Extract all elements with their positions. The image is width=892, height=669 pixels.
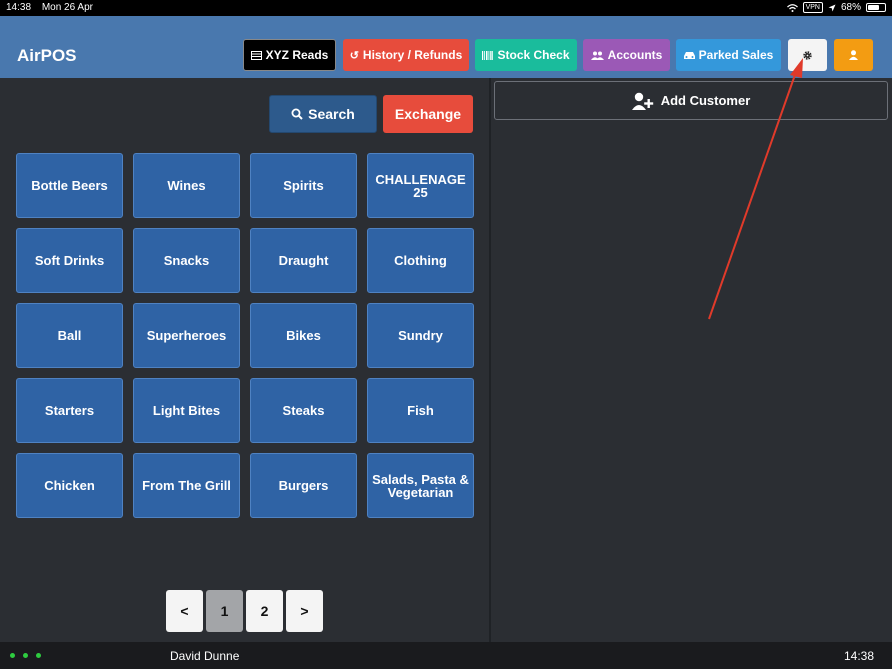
search-button[interactable]: Search — [269, 95, 377, 133]
parked-sales-label: Parked Sales — [698, 48, 774, 62]
category-bikes[interactable]: Bikes — [250, 303, 357, 368]
status-bar: 14:38 Mon 26 Apr VPN 68% — [0, 0, 892, 16]
page-1-button[interactable]: 1 — [206, 590, 243, 632]
location-icon — [828, 4, 836, 11]
category-soft-drinks[interactable]: Soft Drinks — [16, 228, 123, 293]
category-wines[interactable]: Wines — [133, 153, 240, 218]
category-draught[interactable]: Draught — [250, 228, 357, 293]
footer-time: 14:38 — [843, 649, 874, 663]
add-user-icon — [631, 92, 653, 110]
user-icon — [849, 50, 858, 60]
category-salads-pasta-vegetarian[interactable]: Salads, Pasta & Vegetarian — [367, 453, 474, 518]
battery-percent: 68% — [840, 2, 861, 13]
barcode-icon — [482, 50, 494, 60]
users-icon — [590, 51, 604, 60]
add-customer-button[interactable]: Add Customer — [494, 81, 888, 120]
add-customer-label: Add Customer — [660, 93, 751, 108]
category-burgers[interactable]: Burgers — [250, 453, 357, 518]
search-icon — [291, 108, 303, 120]
header-bar: AirPOS XYZ Reads ↺ History / Refunds Sto… — [0, 16, 892, 78]
category-challenage-25[interactable]: CHALLENAGE 25 — [367, 153, 474, 218]
accounts-label: Accounts — [607, 48, 663, 62]
category-fish[interactable]: Fish — [367, 378, 474, 443]
category-sundry[interactable]: Sundry — [367, 303, 474, 368]
page-2-button[interactable]: 2 — [246, 590, 283, 632]
car-icon — [683, 51, 695, 59]
category-grid: Bottle Beers Wines Spirits CHALLENAGE 25… — [16, 153, 474, 518]
category-clothing[interactable]: Clothing — [367, 228, 474, 293]
category-ball[interactable]: Ball — [16, 303, 123, 368]
prev-page-button[interactable]: < — [166, 590, 203, 632]
category-chicken[interactable]: Chicken — [16, 453, 123, 518]
search-label: Search — [308, 106, 355, 122]
report-icon — [250, 50, 262, 60]
gear-icon — [803, 50, 812, 60]
category-steaks[interactable]: Steaks — [250, 378, 357, 443]
footer-bar: David Dunne 14:38 — [0, 642, 892, 669]
category-spirits[interactable]: Spirits — [250, 153, 357, 218]
category-starters[interactable]: Starters — [16, 378, 123, 443]
status-dot — [10, 653, 15, 658]
status-time: 14:38 — [6, 2, 32, 13]
xyz-reads-label: XYZ Reads — [265, 48, 329, 62]
logged-in-user: David Dunne — [170, 649, 240, 663]
xyz-reads-button[interactable]: XYZ Reads — [243, 39, 336, 71]
history-icon: ↺ — [349, 49, 359, 62]
exchange-button[interactable]: Exchange — [383, 95, 473, 133]
user-button[interactable] — [834, 39, 873, 71]
stock-check-label: Stock Check — [497, 48, 570, 62]
category-from-the-grill[interactable]: From The Grill — [133, 453, 240, 518]
history-refunds-label: History / Refunds — [362, 48, 463, 62]
status-date: Mon 26 Apr — [41, 2, 93, 13]
battery-icon — [866, 3, 886, 12]
stock-check-button[interactable]: Stock Check — [475, 39, 577, 71]
status-dot — [36, 653, 41, 658]
category-snacks[interactable]: Snacks — [133, 228, 240, 293]
battery-fill — [868, 5, 879, 10]
status-dot — [23, 653, 28, 658]
app-title: AirPOS — [17, 46, 77, 65]
parked-sales-button[interactable]: Parked Sales — [676, 39, 781, 71]
category-superheroes[interactable]: Superheroes — [133, 303, 240, 368]
panel-divider — [489, 78, 491, 642]
next-page-button[interactable]: > — [286, 590, 323, 632]
wifi-icon — [786, 3, 798, 12]
category-light-bites[interactable]: Light Bites — [133, 378, 240, 443]
history-refunds-button[interactable]: ↺ History / Refunds — [343, 39, 469, 71]
pagination: < 1 2 > — [166, 590, 323, 632]
accounts-button[interactable]: Accounts — [583, 39, 670, 71]
category-bottle-beers[interactable]: Bottle Beers — [16, 153, 123, 218]
settings-button[interactable] — [788, 39, 827, 71]
exchange-label: Exchange — [394, 106, 462, 122]
connection-indicator — [10, 648, 41, 658]
vpn-badge: VPN — [802, 2, 823, 13]
